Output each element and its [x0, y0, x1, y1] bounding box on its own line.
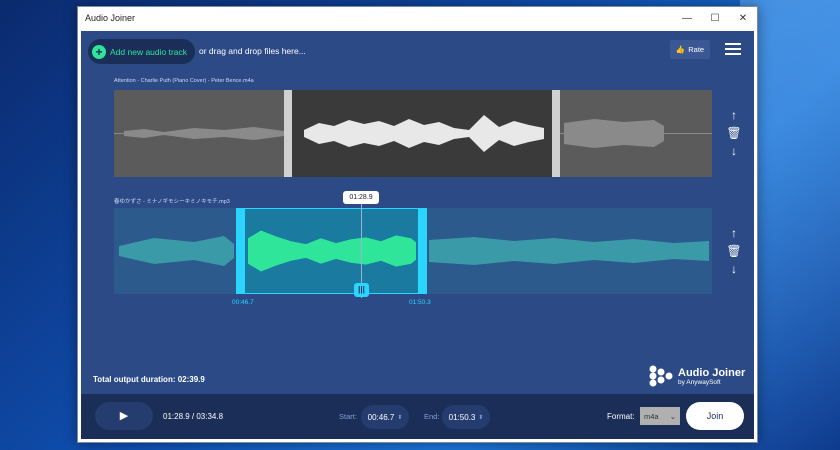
end-time-input[interactable]: 01:50.3 ⬍	[442, 405, 490, 429]
track-2-selection[interactable]	[236, 208, 426, 294]
track-1-selection[interactable]	[289, 90, 554, 177]
track-2-start-handle[interactable]	[236, 208, 245, 294]
play-button[interactable]: ▶	[95, 402, 153, 430]
app-window: Audio Joiner — ☐ ✕ + Add new audio track…	[77, 6, 758, 443]
track-1-end-handle[interactable]	[552, 90, 560, 177]
playback-position: 01:28.9 / 03:34.8	[163, 412, 224, 421]
add-track-label: Add new audio track	[110, 46, 188, 57]
trash-icon[interactable]: 🗑	[726, 242, 742, 260]
move-up-icon[interactable]: ↑	[726, 224, 742, 242]
window-title: Audio Joiner	[85, 13, 136, 23]
trash-icon[interactable]: 🗑	[726, 124, 742, 142]
hamburger-menu-icon[interactable]	[725, 43, 741, 55]
minimize-button[interactable]: —	[673, 7, 701, 29]
track-2-end-handle[interactable]	[418, 208, 427, 294]
start-time-value: 00:46.7	[367, 412, 395, 422]
stepper-icon[interactable]: ⬍	[478, 414, 483, 421]
track-1-start-handle[interactable]	[284, 90, 292, 177]
end-label: End:	[424, 412, 440, 421]
rate-label: Rate	[688, 45, 705, 54]
maximize-button[interactable]: ☐	[701, 7, 729, 29]
app-content: + Add new audio track or drag and drop f…	[81, 31, 754, 395]
track-2-controls: ↑ 🗑 ↓	[726, 224, 742, 278]
logo-icon	[649, 365, 673, 387]
drag-drop-hint: or drag and drop files here...	[199, 46, 306, 56]
cursor-drag-handle[interactable]: |||	[354, 283, 369, 297]
title-bar: Audio Joiner — ☐ ✕	[78, 7, 757, 29]
end-time-value: 01:50.3	[448, 412, 476, 422]
selection-start-time: 00:46.7	[232, 299, 254, 306]
track-1-selected-wave	[304, 115, 544, 152]
start-label: Start:	[339, 412, 357, 421]
chevron-down-icon: ⌄	[669, 411, 676, 421]
play-icon: ▶	[119, 410, 129, 422]
total-duration: Total output duration: 02:39.9	[93, 375, 205, 384]
bottom-bar: ▶ 01:28.9 / 03:34.8 Start: 00:46.7 ⬍ End…	[81, 394, 754, 439]
format-label: Format:	[607, 412, 635, 421]
track-2-name: 春ゆかずさ - ミナノギモシーキミノキモチ.mp3	[114, 199, 230, 205]
join-button[interactable]: Join	[686, 402, 744, 430]
format-value: m4a	[644, 411, 659, 421]
selection-end-time: 01:50.3	[409, 299, 431, 306]
track-2-selected-wave	[248, 230, 416, 272]
track-1-waveform[interactable]	[114, 90, 712, 177]
format-select[interactable]: m4a ⌄	[640, 407, 680, 425]
toolbar: + Add new audio track or drag and drop f…	[81, 31, 754, 67]
thumbs-up-icon: 👍	[675, 45, 686, 54]
track-1-name: Attention - Charlie Puth (Piano Cover) -…	[114, 78, 254, 84]
move-down-icon[interactable]: ↓	[726, 142, 742, 160]
close-button[interactable]: ✕	[729, 7, 757, 29]
move-down-icon[interactable]: ↓	[726, 260, 742, 278]
rate-button[interactable]: 👍 Rate	[670, 40, 710, 59]
track-2-waveform[interactable]	[114, 208, 712, 294]
plus-icon: +	[92, 44, 106, 59]
logo-subtitle: by AnywaySoft	[678, 378, 721, 386]
cursor-time-label: 01:28.9	[343, 191, 379, 204]
track-1-controls: ↑ 🗑 ↓	[726, 106, 742, 160]
add-track-button[interactable]: + Add new audio track	[88, 39, 195, 64]
move-up-icon[interactable]: ↑	[726, 106, 742, 124]
stepper-icon[interactable]: ⬍	[397, 414, 402, 421]
logo-title: Audio Joiner	[678, 366, 746, 379]
app-logo: Audio Joiner by AnywaySoft	[648, 364, 745, 388]
start-time-input[interactable]: 00:46.7 ⬍	[361, 405, 409, 429]
